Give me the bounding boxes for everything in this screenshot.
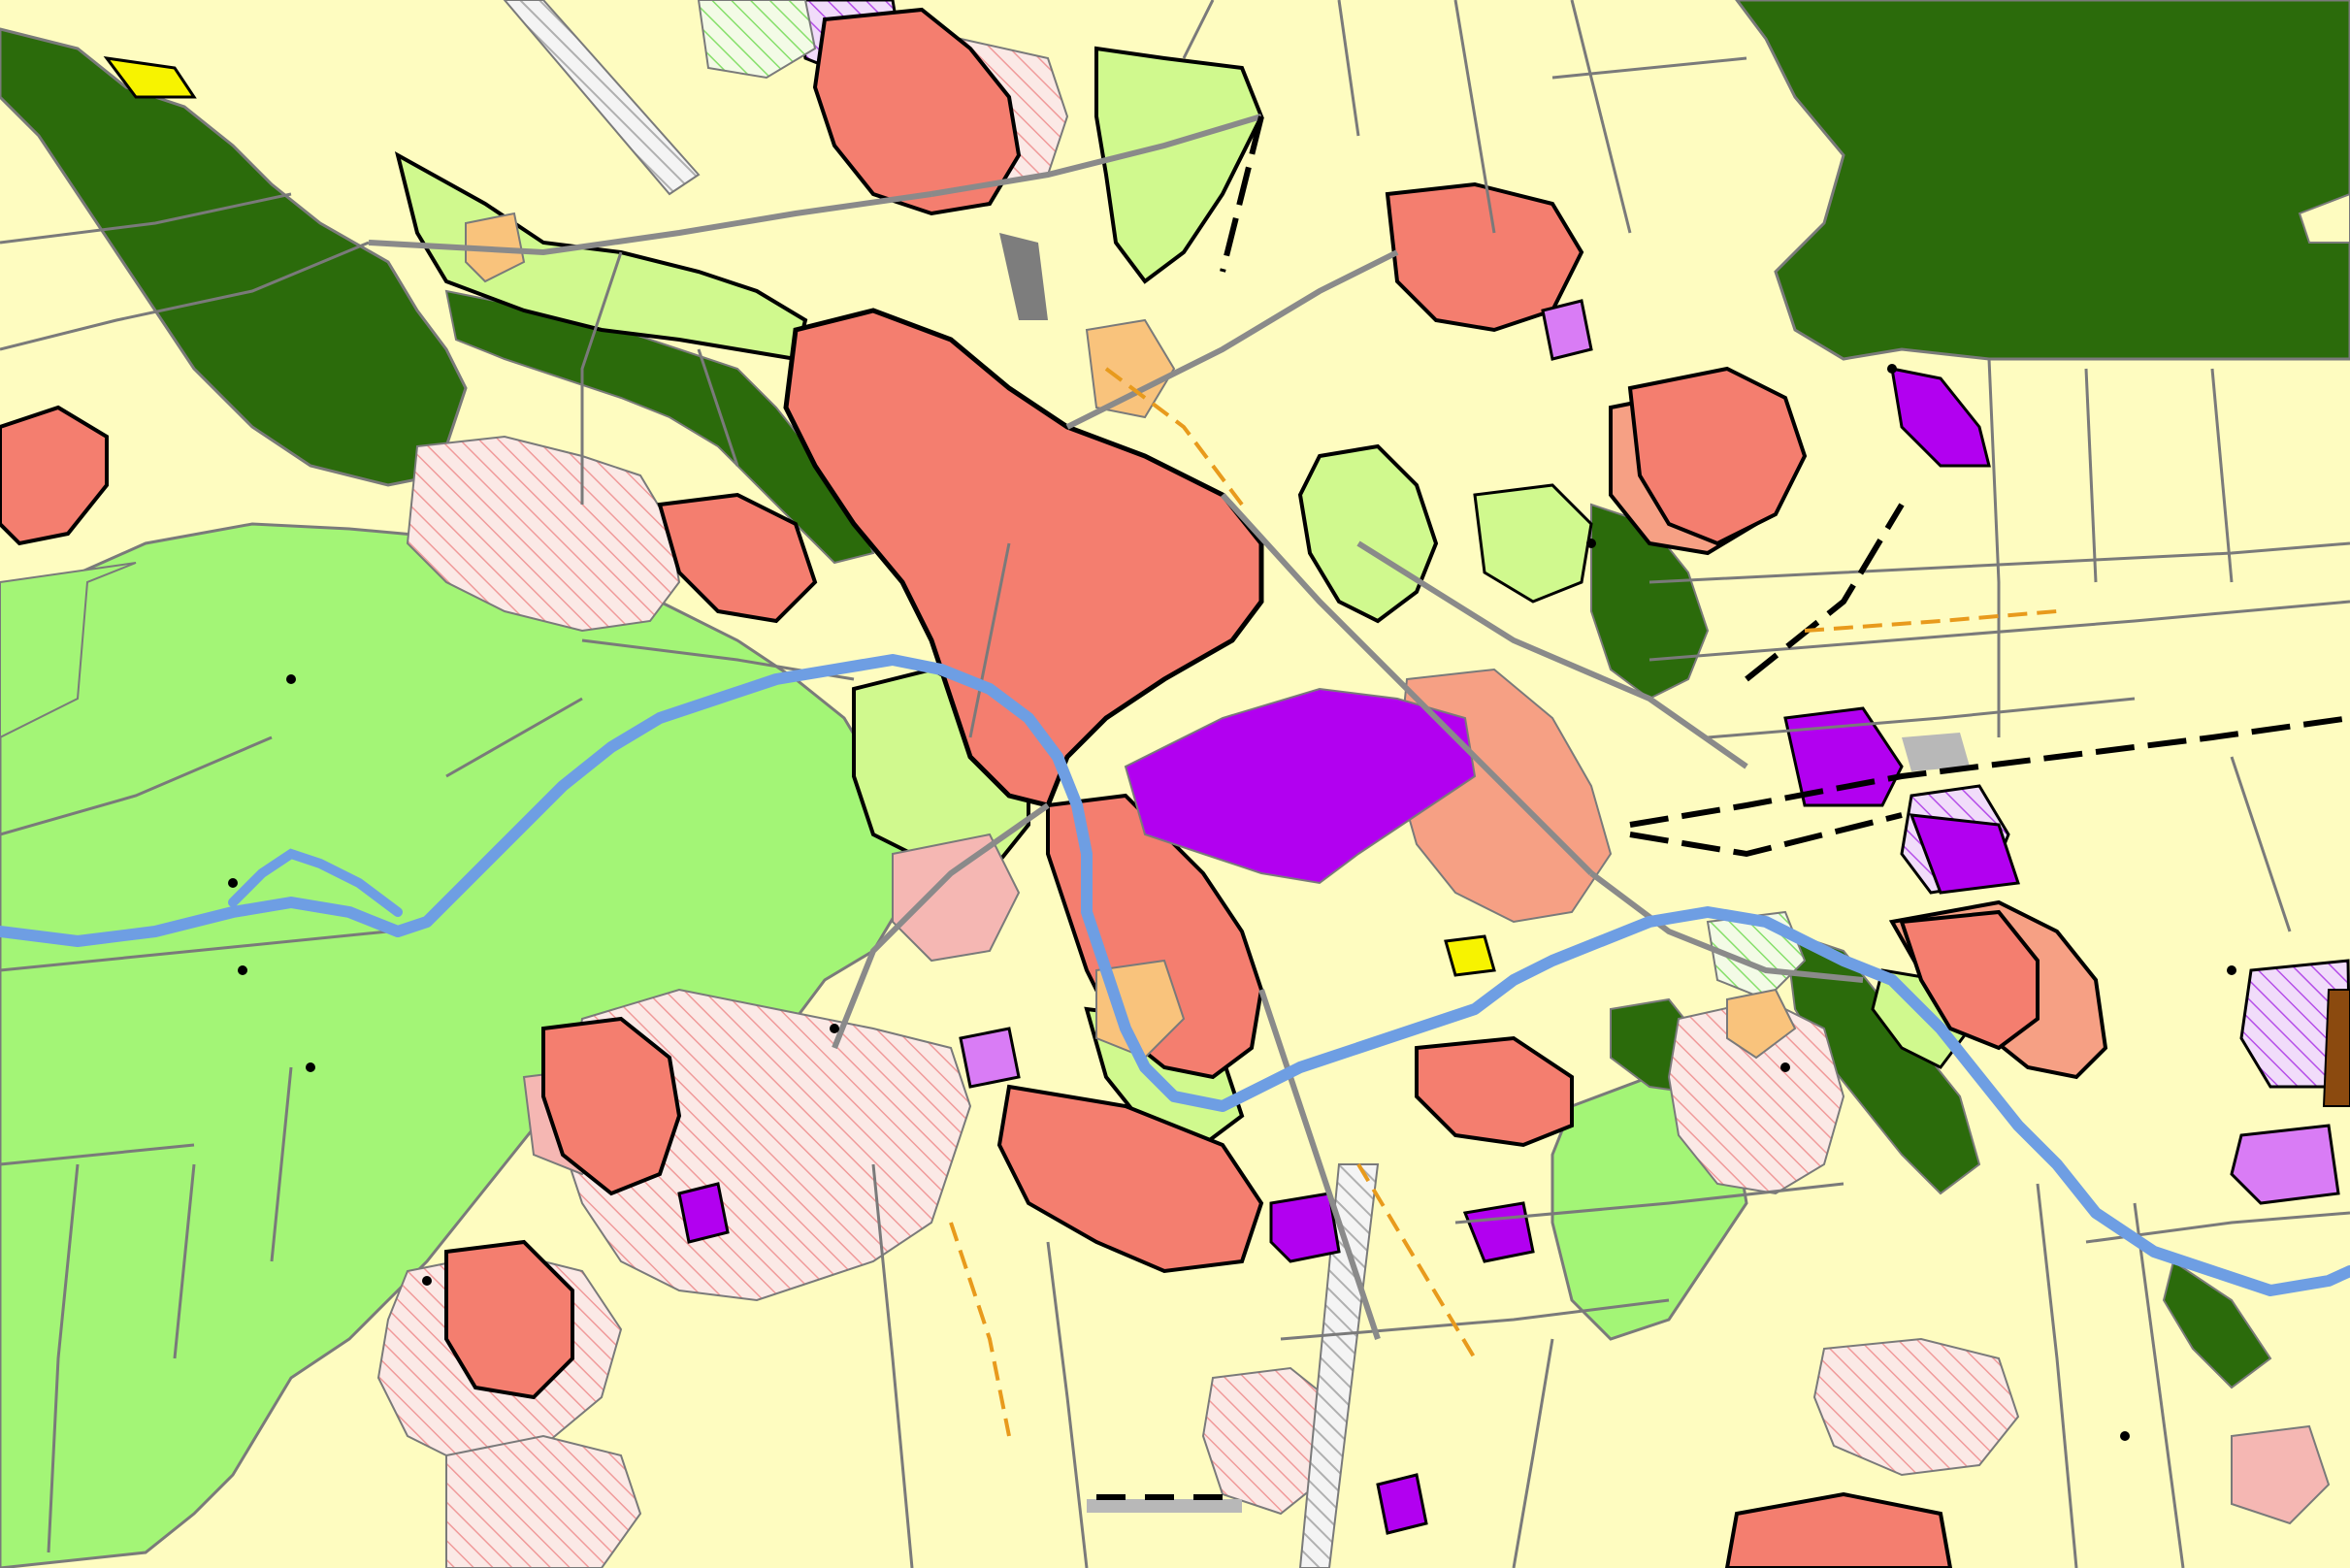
zone-commercial-south-3[interactable]	[1376, 1473, 1428, 1535]
zone-commercial-southwest[interactable]	[677, 1182, 730, 1244]
zone-commercial-south[interactable]	[1269, 1192, 1341, 1263]
zone-transport-central-2	[1902, 733, 1970, 771]
zone-commercial-light-far-east[interactable]	[2230, 1124, 2340, 1205]
zone-planned-residential-south-2[interactable]	[445, 1434, 642, 1568]
zoning-map-canvas[interactable]	[0, 0, 2350, 1568]
airfield-strip	[1087, 1499, 1242, 1513]
zone-commercial-light-center[interactable]	[959, 1027, 1021, 1089]
zone-commercial-light-north[interactable]	[1541, 299, 1593, 361]
zone-mining-east[interactable]	[2322, 989, 2350, 1107]
zone-technical-center[interactable]	[1444, 934, 1496, 977]
zoning-map[interactable]	[0, 0, 2350, 1568]
airfield-markers	[1096, 1494, 1223, 1500]
